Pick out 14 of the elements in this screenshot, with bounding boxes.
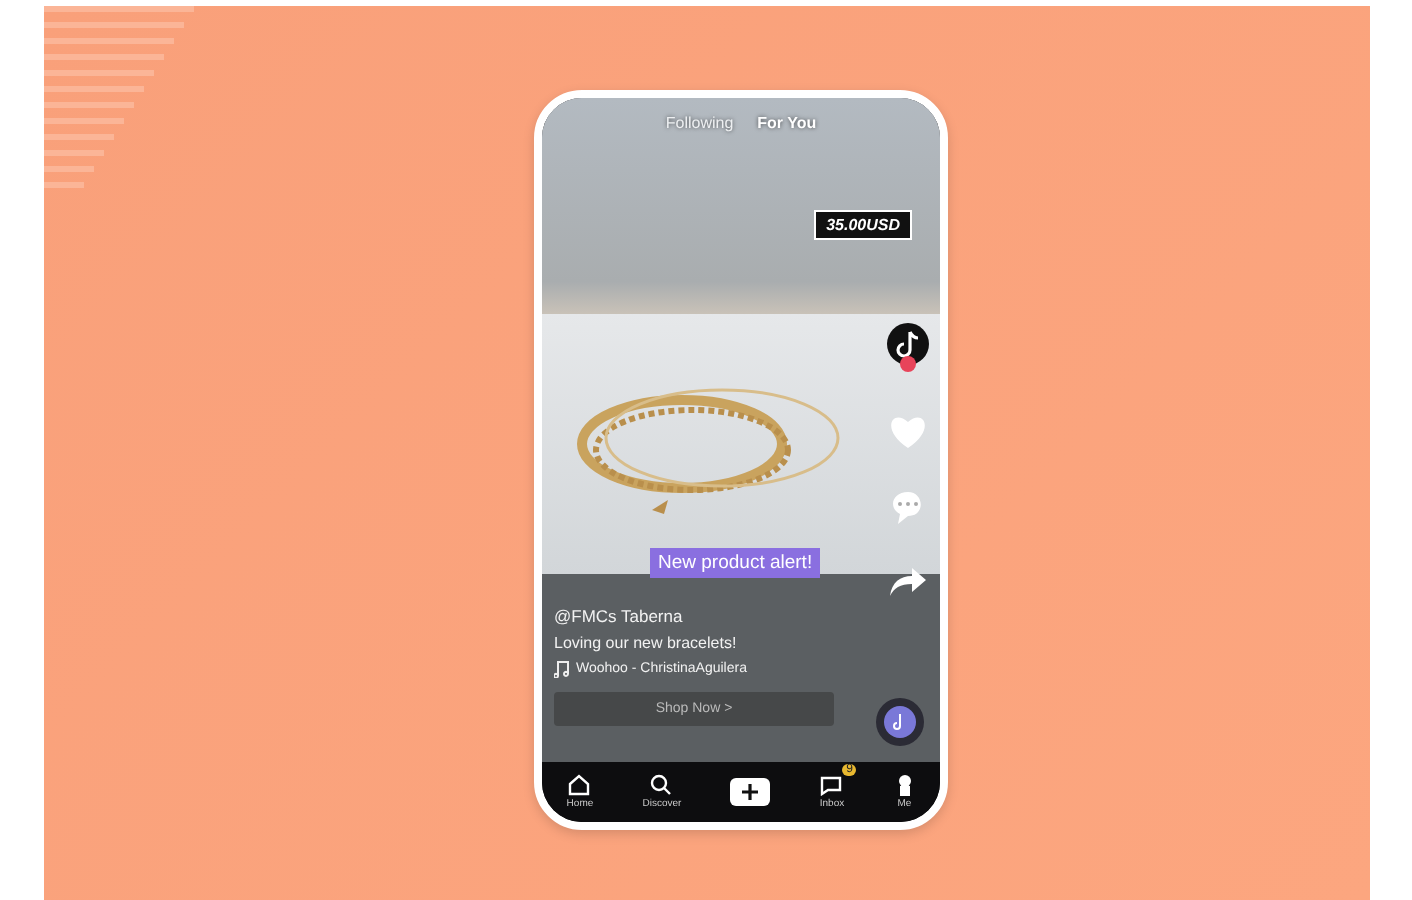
share-icon[interactable] [888,566,928,598]
music-note-icon [554,660,570,678]
search-icon[interactable] [650,774,673,796]
create-button[interactable] [730,778,771,806]
chat-icon[interactable] [820,774,843,796]
person-icon[interactable] [893,774,916,796]
caption-sticker: New product alert! [650,548,821,578]
home-icon[interactable] [568,774,591,796]
video-description: Loving our new bracelets! [554,634,739,652]
author-handle[interactable]: @FMCs Taberna [554,606,836,626]
plus-icon [742,784,759,800]
price-tag: 35.00USD [814,210,912,240]
avatar-icon[interactable] [886,322,930,374]
music-disc-icon[interactable] [876,698,924,746]
